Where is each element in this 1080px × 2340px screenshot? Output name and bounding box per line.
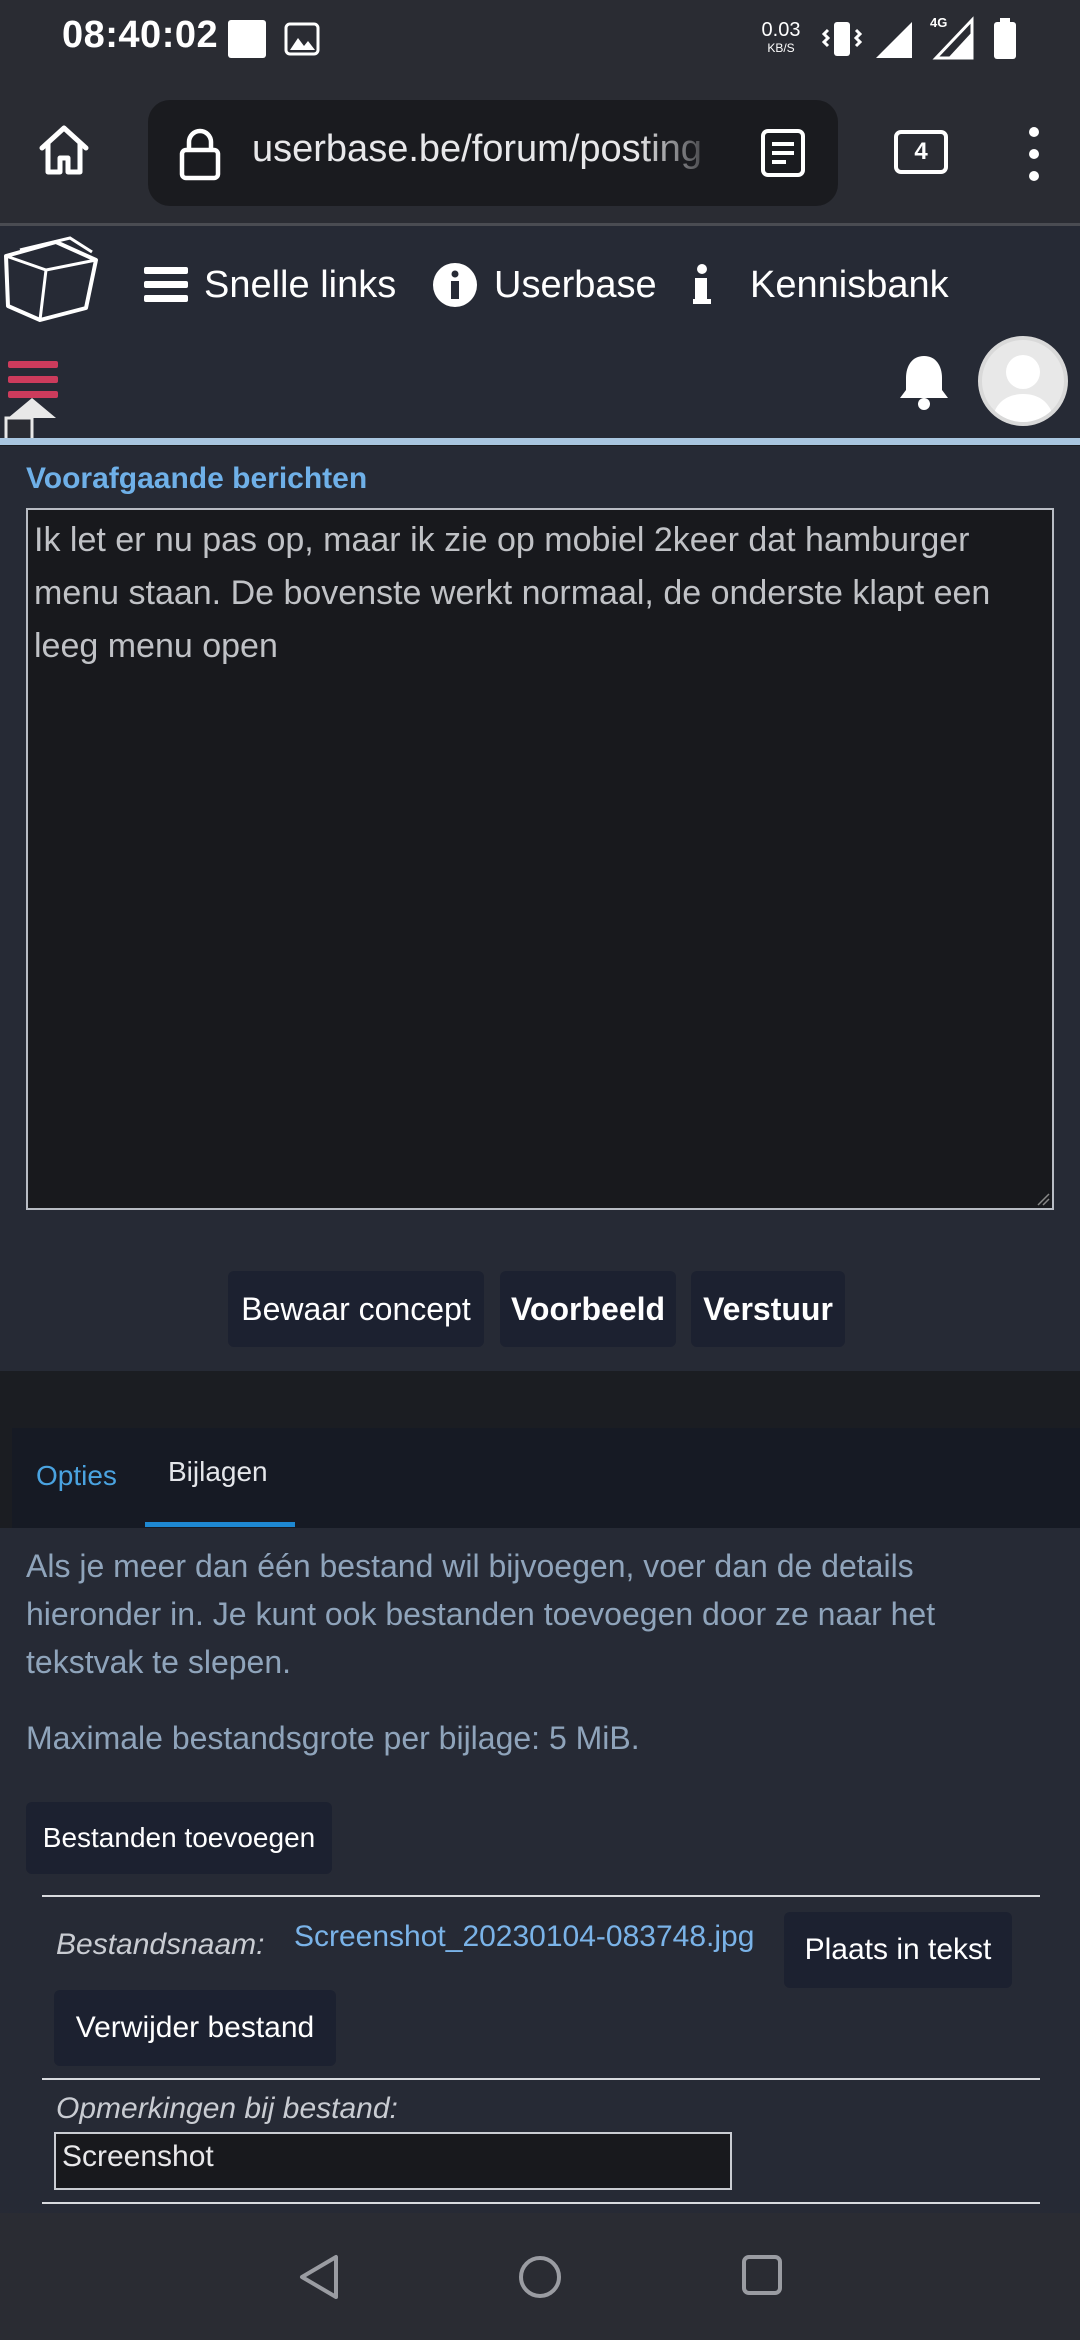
- system-navigation-bar: [0, 2213, 1080, 2340]
- nav-kennisbank[interactable]: Kennisbank: [690, 256, 949, 314]
- recent-apps-icon[interactable]: [740, 2253, 784, 2297]
- status-time: 08:40:02: [62, 14, 219, 56]
- nav-userbase[interactable]: Userbase: [432, 256, 657, 314]
- home-icon[interactable]: [34, 120, 94, 180]
- info-circle-icon: [433, 263, 477, 307]
- divider: [42, 2078, 1040, 2080]
- divider: [42, 2202, 1040, 2204]
- place-in-text-button[interactable]: Plaats in tekst: [784, 1912, 1012, 1988]
- active-tab-indicator: [145, 1522, 295, 1527]
- lock-icon: [179, 128, 221, 181]
- signal-icon: [876, 22, 912, 58]
- options-tabs: Opties Bijlagen: [12, 1428, 1080, 1528]
- vibrate-icon: [822, 22, 862, 56]
- more-menu-icon[interactable]: [1026, 124, 1042, 184]
- user-silhouette-icon: [992, 355, 1054, 422]
- nav-snelle-links[interactable]: Snelle links: [144, 256, 396, 314]
- address-bar[interactable]: userbase.be/forum/posting: [148, 100, 838, 206]
- nav-kennisbank-label: Kennisbank: [750, 263, 949, 306]
- status-bar: 08:40:02 0.03 KB/S 4G: [0, 0, 1080, 80]
- divider: [42, 1895, 1040, 1897]
- network-speed-value: 0.03: [761, 19, 801, 41]
- tab-opties[interactable]: Opties: [36, 1460, 117, 1492]
- image-notification-icon: [284, 22, 320, 56]
- attachments-info: Als je meer dan één bestand wil bijvoege…: [26, 1548, 936, 1680]
- url-text[interactable]: userbase.be/forum/posting: [252, 128, 722, 171]
- nav-userbase-label: Userbase: [494, 263, 657, 306]
- filename-link[interactable]: Screenshot_20230104-083748.jpg: [294, 1920, 754, 1954]
- save-draft-button[interactable]: Bewaar concept: [228, 1271, 484, 1347]
- info-icon: [693, 264, 711, 304]
- preview-button[interactable]: Voorbeeld: [500, 1271, 676, 1347]
- delete-file-button[interactable]: Verwijder bestand: [54, 1990, 336, 2066]
- add-files-button[interactable]: Bestanden toevoegen: [26, 1802, 332, 1874]
- attachments-panel: Als je meer dan één bestand wil bijvoege…: [0, 1528, 1080, 2213]
- userbase-logo[interactable]: [0, 234, 100, 326]
- reader-mode-icon[interactable]: [760, 128, 806, 178]
- tab-switcher-button[interactable]: 4: [894, 130, 948, 174]
- filename-label: Bestandsnaam:: [56, 1928, 265, 1961]
- back-to-top-icon[interactable]: [2, 388, 62, 444]
- user-avatar[interactable]: [978, 336, 1068, 426]
- header-divider: [0, 438, 1080, 445]
- signal-4g-icon: 4G: [930, 15, 974, 60]
- svg-text:4G: 4G: [930, 15, 947, 30]
- notification-bell-icon[interactable]: [896, 352, 952, 412]
- max-file-size: Maximale bestandsgrote per bijlage: 5 Mi…: [26, 1720, 640, 1756]
- tab-bijlagen[interactable]: Bijlagen: [168, 1456, 268, 1488]
- network-speed-unit: KB/S: [767, 41, 795, 55]
- message-editor-section: Voorafgaande berichten Ik let er nu pas …: [0, 446, 1080, 1241]
- hamburger-icon: [144, 267, 188, 302]
- browser-toolbar: userbase.be/forum/posting 4: [0, 80, 1080, 226]
- submit-actions: Bewaar concept Voorbeeld Verstuur: [0, 1241, 1080, 1371]
- notification-square-icon: [228, 20, 266, 58]
- network-speed: 0.03 KB/S: [756, 20, 806, 54]
- back-icon[interactable]: [296, 2253, 342, 2301]
- message-textarea[interactable]: Ik let er nu pas op, maar ik zie op mobi…: [26, 508, 1054, 1210]
- site-header: Snelle links Userbase Kennisbank: [0, 226, 1080, 444]
- file-comment-input[interactable]: Screenshot: [54, 2132, 732, 2190]
- previous-messages-title: Voorafgaande berichten: [26, 462, 368, 495]
- home-circle-icon[interactable]: [516, 2253, 564, 2301]
- submit-button[interactable]: Verstuur: [691, 1271, 845, 1347]
- nav-snelle-links-label: Snelle links: [204, 263, 397, 306]
- battery-icon: [994, 18, 1016, 59]
- message-text[interactable]: Ik let er nu pas op, maar ik zie op mobi…: [34, 514, 1034, 673]
- resize-handle-icon[interactable]: [1036, 1192, 1050, 1206]
- file-comment-label: Opmerkingen bij bestand:: [56, 2092, 398, 2125]
